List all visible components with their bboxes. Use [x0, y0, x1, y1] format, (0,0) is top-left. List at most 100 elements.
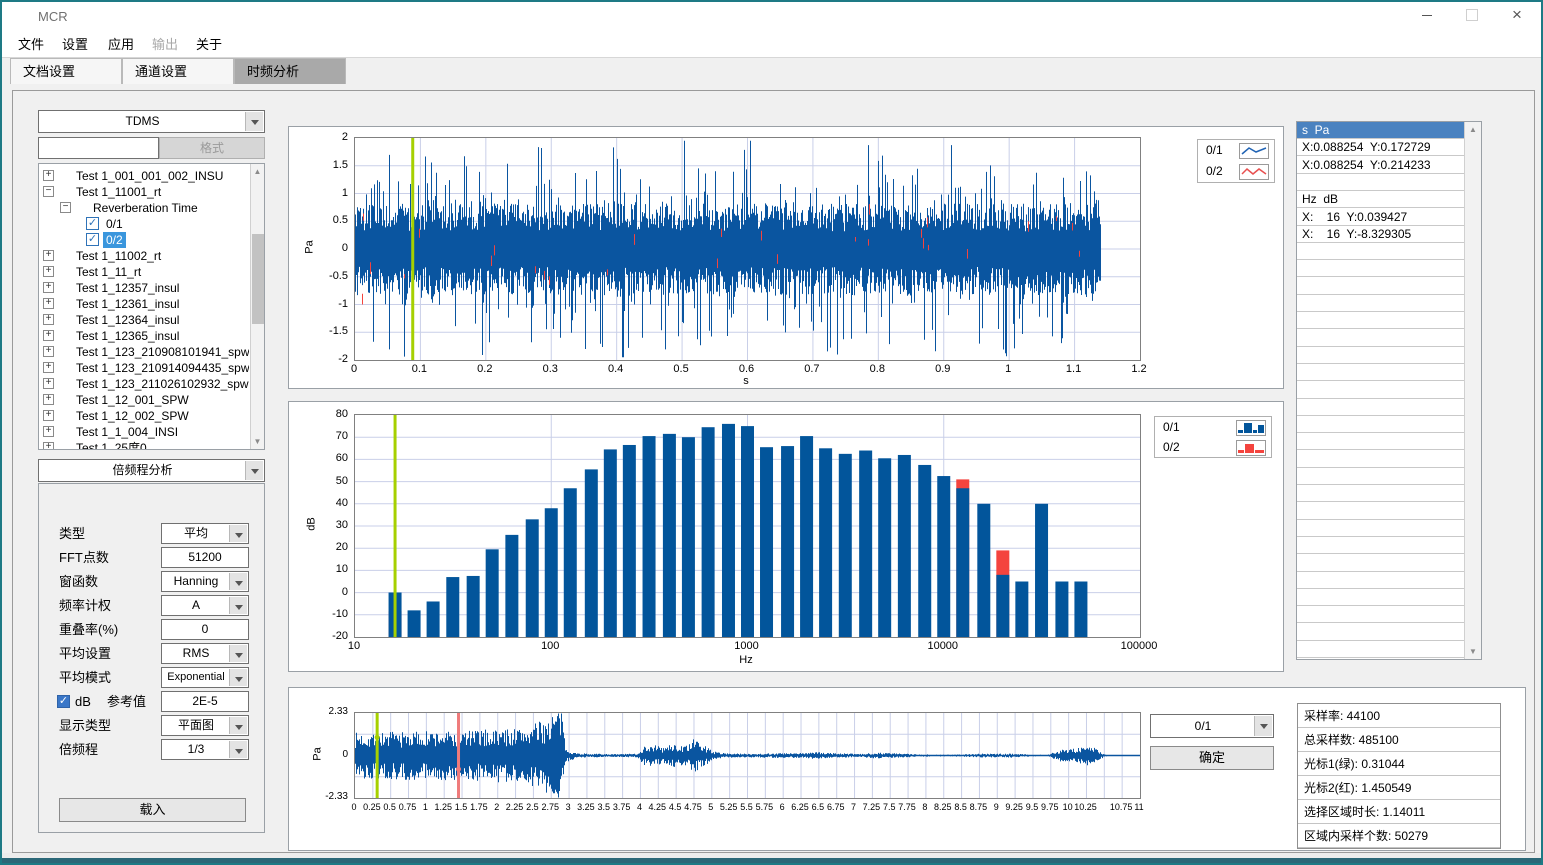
maximize-button[interactable] [1455, 2, 1489, 30]
tree-scrollbar[interactable]: ▲ ▼ [250, 164, 264, 449]
tree-item-label[interactable]: Test 1_12_001_SPW [73, 392, 192, 408]
tree-item-label[interactable]: Test 1_12365_insul [73, 328, 182, 344]
tree-row[interactable]: ✓ 0/1 [40, 216, 249, 232]
expand-plus-icon[interactable]: + [43, 170, 54, 181]
expand-plus-icon[interactable]: + [43, 298, 54, 309]
tree-row[interactable]: ✓ 0/2 [40, 232, 249, 248]
file-format-select[interactable]: TDMS [38, 110, 265, 133]
tree-item-label[interactable]: Test 1_12364_insul [73, 312, 182, 328]
tree-row[interactable]: + Test 1_001_001_002_INSU [40, 168, 249, 184]
readout-scrollbar[interactable]: ▲ ▼ [1464, 122, 1481, 659]
expand-plus-icon[interactable]: + [43, 442, 54, 449]
time-waveform-plot[interactable] [354, 137, 1141, 361]
channel-checkbox[interactable]: ✓ [86, 233, 99, 246]
format-button[interactable]: 格式 [159, 137, 265, 159]
tree-item-label[interactable]: Test 1_12361_insul [73, 296, 182, 312]
expand-plus-icon[interactable]: + [43, 378, 54, 389]
tree-row[interactable]: + Test 1_12364_insul [40, 312, 249, 328]
analysis-type-select[interactable]: 倍频程分析 [38, 459, 265, 482]
tree-item-label[interactable]: Test 1_1_004_INSI [73, 424, 181, 440]
load-button[interactable]: 载入 [59, 798, 246, 822]
expand-plus-icon[interactable]: + [43, 426, 54, 437]
menu-item-5[interactable]: 关于 [190, 35, 228, 55]
tree-item-label[interactable]: Test 1_123_210914094435_spw [73, 360, 249, 376]
filter-input[interactable] [38, 137, 159, 159]
tree-row[interactable]: + Test 1_12361_insul [40, 296, 249, 312]
tree-item-label[interactable]: Test 1_25度0 [73, 440, 150, 449]
expand-plus-icon[interactable]: + [43, 250, 54, 261]
expand-plus-icon[interactable]: + [43, 266, 54, 277]
menu-item-3[interactable]: 应用 [102, 35, 140, 55]
collapse-minus-icon[interactable]: − [60, 202, 71, 213]
expand-plus-icon[interactable]: + [43, 330, 54, 341]
tree-row[interactable]: + Test 1_123_210908101941_spw [40, 344, 249, 360]
tree-item-label[interactable]: 0/2 [103, 232, 126, 248]
tab-1[interactable]: 文档设置 [10, 58, 122, 84]
tab-3[interactable]: 时频分析 [234, 58, 346, 84]
legend-row: 0/1 [1198, 141, 1274, 161]
db-checkbox[interactable]: ✓ [57, 695, 70, 708]
tree-row[interactable]: + Test 1_123_211026102932_spw [40, 376, 249, 392]
legend-series-name: 0/1 [1206, 143, 1223, 157]
tab-2[interactable]: 通道设置 [122, 58, 234, 84]
channel-select[interactable]: 0/1 [1150, 714, 1274, 738]
x-tick-label: 0.2 [465, 363, 505, 375]
collapse-minus-icon[interactable]: − [43, 186, 54, 197]
field-select-9[interactable]: 平面图 [161, 715, 249, 736]
overview-plot[interactable] [354, 712, 1141, 799]
field-select-10[interactable]: 1/3 [161, 739, 249, 760]
tree-row[interactable]: + Test 1_12357_insul [40, 280, 249, 296]
tree-row[interactable]: − Test 1_11001_rt [40, 184, 249, 200]
tree-item-label[interactable]: Test 1_11_rt [73, 264, 144, 280]
tree-item-label[interactable]: Test 1_12357_insul [73, 280, 182, 296]
tree-item-label[interactable]: Test 1_123_210908101941_spw [73, 344, 249, 360]
tree-item-label[interactable]: Test 1_001_001_002_INSU [73, 168, 226, 184]
tree-row[interactable]: + Test 1_25度0 [40, 440, 249, 449]
tree-row[interactable]: − Reverberation Time [40, 200, 249, 216]
field-input-5[interactable]: 0 [161, 619, 249, 640]
x-tick-label: 0.7 [792, 363, 832, 375]
field-select-3[interactable]: Hanning [161, 571, 249, 592]
reference-value-input[interactable]: 2E-5 [161, 691, 249, 712]
field-input-2[interactable]: 51200 [161, 547, 249, 568]
field-label-7: 平均模式 [59, 667, 111, 688]
y-tick-label: 2 [312, 131, 348, 143]
confirm-button[interactable]: 确定 [1150, 746, 1274, 770]
menu-item-4[interactable]: 输出 [146, 35, 184, 55]
tree-row[interactable]: + Test 1_12_001_SPW [40, 392, 249, 408]
tree-row[interactable]: + Test 1_1_004_INSI [40, 424, 249, 440]
tree-item-label[interactable]: Test 1_123_211026102932_spw [73, 376, 249, 392]
expand-plus-icon[interactable]: + [43, 282, 54, 293]
field-select-7[interactable]: Exponential [161, 667, 249, 688]
channel-checkbox[interactable]: ✓ [86, 217, 99, 230]
tree-item-label[interactable]: Test 1_11002_rt [73, 248, 164, 264]
scroll-down-icon[interactable]: ▼ [251, 434, 264, 449]
spectrum-plot[interactable] [354, 414, 1141, 638]
scroll-down-icon[interactable]: ▼ [1465, 644, 1481, 659]
expand-plus-icon[interactable]: + [43, 362, 54, 373]
close-button[interactable]: × [1500, 2, 1534, 30]
tree-item-label[interactable]: Test 1_11001_rt [73, 184, 164, 200]
expand-plus-icon[interactable]: + [43, 346, 54, 357]
tree-row[interactable]: + Test 1_12_002_SPW [40, 408, 249, 424]
expand-plus-icon[interactable]: + [43, 410, 54, 421]
tree-row[interactable]: + Test 1_11002_rt [40, 248, 249, 264]
tree-row[interactable]: + Test 1_123_210914094435_spw [40, 360, 249, 376]
minimize-button[interactable] [1410, 2, 1444, 30]
tree-item-label[interactable]: Test 1_12_002_SPW [73, 408, 192, 424]
menu-item-1[interactable]: 文件 [12, 35, 50, 55]
tree-row[interactable]: + Test 1_11_rt [40, 264, 249, 280]
expand-plus-icon[interactable]: + [43, 314, 54, 325]
scroll-up-icon[interactable]: ▲ [251, 164, 264, 179]
expand-plus-icon[interactable]: + [43, 394, 54, 405]
field-select-4[interactable]: A [161, 595, 249, 616]
tree-scrollbar-thumb[interactable] [252, 234, 264, 324]
field-select-1[interactable]: 平均 [161, 523, 249, 544]
menu-item-2[interactable]: 设置 [56, 35, 94, 55]
tree-row[interactable]: + Test 1_12365_insul [40, 328, 249, 344]
scroll-up-icon[interactable]: ▲ [1465, 122, 1481, 137]
readout-row [1297, 468, 1464, 485]
tree-item-label[interactable]: Reverberation Time [90, 200, 201, 216]
field-select-6[interactable]: RMS [161, 643, 249, 664]
tree-item-label[interactable]: 0/1 [103, 216, 126, 232]
